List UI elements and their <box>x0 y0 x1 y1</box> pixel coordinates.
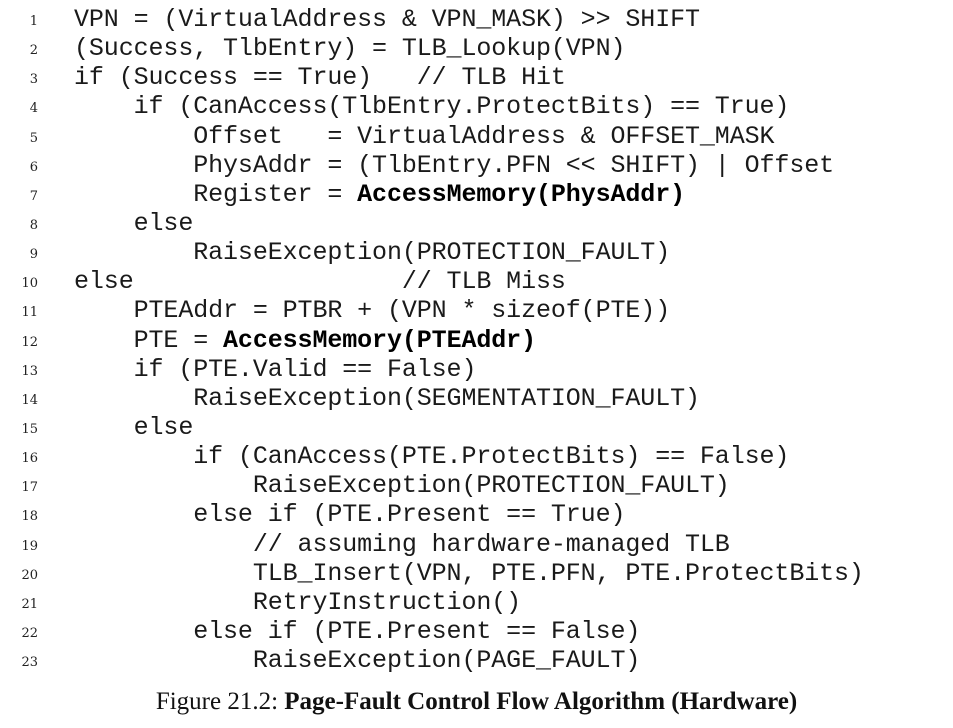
code-listing: 1 VPN = (VirtualAddress & VPN_MASK) >> SH… <box>0 5 953 675</box>
code-segment: if (CanAccess(TlbEntry.ProtectBits) == T… <box>74 92 790 122</box>
line-number: 18 <box>21 509 38 525</box>
code-segment: if (Success == True) // TLB Hit <box>74 63 566 93</box>
bold-code-segment: AccessMemory(PTEAddr) <box>223 325 536 355</box>
code-line: 23 RaiseException(PAGE_FAULT) <box>0 646 953 675</box>
code-text: PhysAddr = (TlbEntry.PFN << SHIFT) | Off… <box>74 151 834 180</box>
code-text: Register = AccessMemory(PhysAddr) <box>74 180 685 209</box>
code-segment: RaiseException(PAGE_FAULT) <box>74 646 641 676</box>
code-line: 16 if (CanAccess(PTE.ProtectBits) == Fal… <box>0 442 953 471</box>
code-text: RaiseException(PROTECTION_FAULT) <box>74 471 730 500</box>
code-line: 21 RetryInstruction() <box>0 588 953 617</box>
line-number: 15 <box>21 421 38 437</box>
line-number: 9 <box>29 247 38 263</box>
code-line: 19 // assuming hardware-managed TLB <box>0 530 953 559</box>
code-segment: TLB_Insert(VPN, PTE.PFN, PTE.ProtectBits… <box>74 558 864 588</box>
code-text: else if (PTE.Present == True) <box>74 500 625 529</box>
line-number: 4 <box>29 101 38 117</box>
code-text: PTE = AccessMemory(PTEAddr) <box>74 326 536 355</box>
code-line: 5 Offset = VirtualAddress & OFFSET_MASK <box>0 122 953 151</box>
line-number: 3 <box>29 72 38 88</box>
code-text: if (CanAccess(TlbEntry.ProtectBits) == T… <box>74 92 790 122</box>
line-number: 13 <box>21 363 38 379</box>
code-segment: PTE = <box>74 325 224 355</box>
code-text: else <box>74 412 194 442</box>
code-line: 12 PTE = AccessMemory(PTEAddr) <box>0 326 953 355</box>
figure-caption: Figure 21.2: Page-Fault Control Flow Alg… <box>0 688 953 716</box>
line-number: 19 <box>21 538 38 554</box>
code-line: 15 else <box>0 413 953 442</box>
code-text: if (PTE.Valid == False) <box>74 354 477 384</box>
line-number: 23 <box>21 655 38 671</box>
code-segment: PhysAddr = (TlbEntry.PFN << SHIFT) | Off… <box>74 150 835 180</box>
line-number: 6 <box>29 159 38 175</box>
line-number: 21 <box>21 596 38 612</box>
code-segment: else if (PTE.Present == False) <box>74 616 641 646</box>
line-number: 8 <box>29 217 38 233</box>
code-segment: RaiseException(SEGMENTATION_FAULT) <box>74 383 700 413</box>
code-text: Offset = VirtualAddress & OFFSET_MASK <box>74 122 774 151</box>
line-number: 17 <box>21 480 38 496</box>
code-text: RaiseException(PAGE_FAULT) <box>74 646 641 676</box>
code-line: 4 if (CanAccess(TlbEntry.ProtectBits) ==… <box>0 92 953 121</box>
figure-title: Page-Fault Control Flow Algorithm (Hardw… <box>284 688 798 715</box>
code-line: 13 if (PTE.Valid == False) <box>0 355 953 384</box>
code-segment: PTEAddr = PTBR + (VPN * sizeof(PTE)) <box>74 296 671 326</box>
line-number: 1 <box>29 14 38 29</box>
code-segment: else <box>74 208 194 238</box>
code-segment: // assuming hardware-managed TLB <box>74 529 730 559</box>
line-number: 11 <box>21 305 38 321</box>
code-segment: VPN = (VirtualAddress & VPN_MASK) >> SHI… <box>74 5 700 34</box>
code-line: 10 else // TLB Miss <box>0 267 953 296</box>
line-number: 22 <box>21 625 38 641</box>
code-text: // assuming hardware-managed TLB <box>74 530 730 559</box>
code-line: 18 else if (PTE.Present == True) <box>0 500 953 529</box>
code-segment: RaiseException(PROTECTION_FAULT) <box>74 471 730 501</box>
code-text: else // TLB Miss <box>74 267 566 296</box>
line-number: 7 <box>29 188 38 204</box>
code-segment: else if (PTE.Present == True) <box>74 500 626 530</box>
code-text: else if (PTE.Present == False) <box>74 617 640 646</box>
code-line: 9 RaiseException(PROTECTION_FAULT) <box>0 238 953 267</box>
figure-label: Figure 21.2: <box>155 688 285 715</box>
code-segment: (Success, TlbEntry) = TLB_Lookup(VPN) <box>74 34 626 64</box>
code-segment: RetryInstruction() <box>74 587 522 617</box>
line-number: 12 <box>21 334 38 350</box>
code-line: 11 PTEAddr = PTBR + (VPN * sizeof(PTE)) <box>0 296 953 325</box>
bold-code-segment: AccessMemory(PhysAddr) <box>357 179 686 209</box>
code-line: 6 PhysAddr = (TlbEntry.PFN << SHIFT) | O… <box>0 151 953 180</box>
code-line: 7 Register = AccessMemory(PhysAddr) <box>0 180 953 209</box>
code-text: else <box>74 208 194 238</box>
code-segment: else // TLB Miss <box>74 267 566 297</box>
code-segment: if (CanAccess(PTE.ProtectBits) == False) <box>74 442 790 472</box>
line-number: 2 <box>29 43 38 59</box>
code-text: if (CanAccess(PTE.ProtectBits) == False) <box>74 442 789 471</box>
code-segment: if (PTE.Valid == False) <box>74 354 477 384</box>
line-number: 14 <box>21 392 38 408</box>
code-segment: Offset = VirtualAddress & OFFSET_MASK <box>74 121 775 151</box>
code-line: 8 else <box>0 209 953 238</box>
code-text: TLB_Insert(VPN, PTE.PFN, PTE.ProtectBits… <box>74 559 864 588</box>
code-line: 14 RaiseException(SEGMENTATION_FAULT) <box>0 384 953 413</box>
code-segment: else <box>74 412 194 442</box>
code-line: 3 if (Success == True) // TLB Hit <box>0 63 953 92</box>
code-line: 22 else if (PTE.Present == False) <box>0 617 953 646</box>
code-text: RetryInstruction() <box>74 588 521 617</box>
code-text: if (Success == True) // TLB Hit <box>74 63 566 92</box>
code-line: 17 RaiseException(PROTECTION_FAULT) <box>0 471 953 500</box>
code-text: RaiseException(SEGMENTATION_FAULT) <box>74 384 700 413</box>
code-text: PTEAddr = PTBR + (VPN * sizeof(PTE)) <box>74 296 671 326</box>
code-text: RaiseException(PROTECTION_FAULT) <box>74 238 670 267</box>
line-number: 16 <box>21 451 38 467</box>
code-segment: RaiseException(PROTECTION_FAULT) <box>74 238 671 268</box>
code-segment: Register = <box>74 179 358 209</box>
code-line: 20 TLB_Insert(VPN, PTE.PFN, PTE.ProtectB… <box>0 559 953 588</box>
code-text: (Success, TlbEntry) = TLB_Lookup(VPN) <box>74 34 626 64</box>
code-line: 1 VPN = (VirtualAddress & VPN_MASK) >> SH… <box>0 5 953 34</box>
line-number: 10 <box>21 276 38 292</box>
code-line: 2 (Success, TlbEntry) = TLB_Lookup(VPN) <box>0 34 953 63</box>
line-number: 20 <box>21 567 38 583</box>
code-text: VPN = (VirtualAddress & VPN_MASK) >> SHI… <box>74 5 700 34</box>
line-number: 5 <box>29 130 38 146</box>
